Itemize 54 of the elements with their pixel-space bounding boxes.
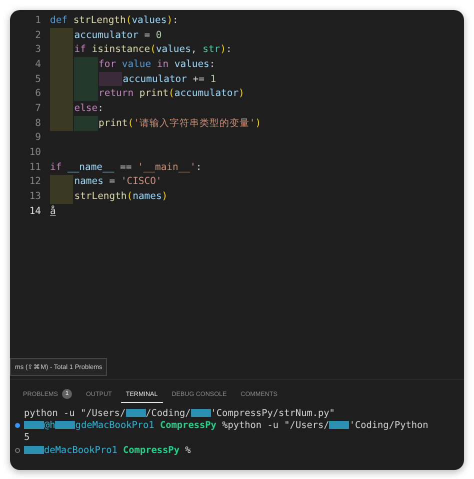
line-number: 9	[34, 132, 42, 144]
line-number: 3	[34, 44, 42, 56]
code-line: def strLength(values):	[50, 14, 178, 26]
line-number: 1	[34, 14, 42, 26]
line-number: 11	[28, 162, 42, 173]
redacted-block	[24, 421, 44, 430]
line-number: 6	[34, 88, 42, 100]
indent-guide	[74, 57, 98, 72]
code-line: else:	[74, 102, 104, 114]
command-status-dot	[15, 448, 20, 453]
code-line: if isinstance(values, str):	[74, 44, 232, 56]
code-line: å	[50, 206, 56, 217]
terminal-text: CompressPy	[158, 420, 216, 431]
indent-guide	[50, 28, 74, 42]
redacted-block	[126, 409, 146, 418]
terminal-text: @h	[44, 420, 56, 431]
command-status-dot	[15, 422, 20, 428]
line-number: 12	[28, 176, 42, 188]
code-line: print('请输入字符串类型的变量')	[98, 116, 262, 130]
code-line: return print(accumulator)	[98, 88, 244, 100]
line-number: 10	[28, 147, 42, 158]
indent-guide	[74, 116, 98, 130]
indent-guide	[50, 116, 74, 130]
terminal-text: 5	[24, 432, 30, 444]
line-number: 14	[28, 206, 42, 217]
terminal-text: deMacBookPro1	[44, 444, 118, 456]
indent-guide	[50, 189, 74, 204]
terminal-text: python -u "/Users/	[24, 408, 126, 419]
terminal-text: %python -u "/Users/	[221, 420, 330, 431]
line-number: 2	[34, 30, 42, 41]
redacted-block	[329, 421, 350, 430]
terminal-text: gdeMacBookPro1	[75, 420, 154, 431]
code-line: strLength(names)	[74, 191, 168, 202]
line-number: 7	[34, 102, 42, 114]
terminal-text: /Coding/	[146, 408, 191, 419]
line-number: 5	[34, 74, 42, 85]
code-line: accumulator = 0	[74, 30, 162, 41]
code-line: if __name__ == '__main__':	[50, 162, 202, 173]
redacted-block	[190, 409, 211, 418]
code-line: names = 'CISCO'	[74, 176, 162, 188]
code-line: accumulator += 1	[122, 74, 216, 85]
indent-guide	[98, 72, 122, 86]
line-number: 4	[34, 58, 42, 70]
line-number: 8	[34, 118, 42, 129]
redacted-block	[55, 421, 76, 430]
terminal-text: 'Coding/Python	[349, 420, 428, 431]
terminal-text: %	[184, 444, 191, 456]
code-line: for value in values:	[98, 58, 216, 70]
terminal-text: CompressPy	[122, 444, 180, 456]
redacted-block	[24, 446, 44, 454]
indent-guide	[50, 174, 74, 190]
line-number: 13	[28, 191, 42, 202]
indent-guide	[74, 86, 98, 102]
terminal-text: 'CompressPy/strNum.py"	[210, 408, 335, 419]
